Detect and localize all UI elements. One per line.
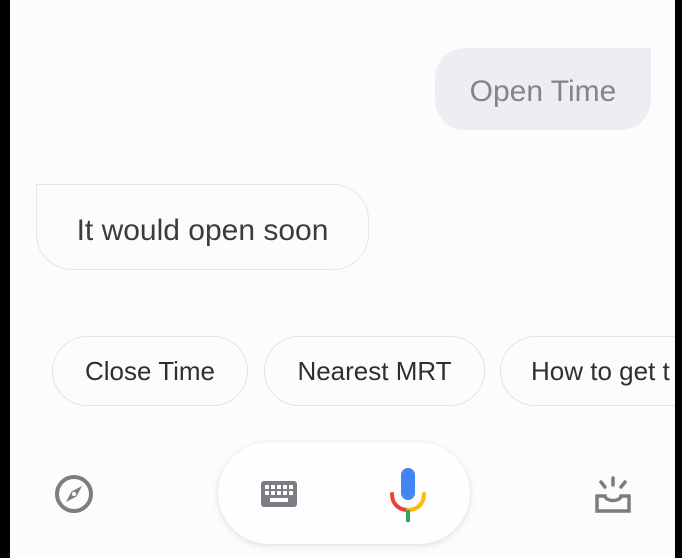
suggestion-chip-label: Close Time: [84, 355, 216, 386]
screen-edge: [675, 0, 682, 558]
assistant-message-bubble: It would open soon: [36, 184, 369, 270]
compass-icon[interactable]: [53, 473, 95, 515]
suggestion-chips: Close Time Nearest MRT How to get t: [10, 336, 675, 408]
keyboard-icon[interactable]: [260, 480, 298, 508]
microphone-icon[interactable]: [388, 466, 428, 524]
assistant-screen: Open Time It would open soon Close Time …: [10, 0, 675, 558]
suggestion-chip-nearest-mrt[interactable]: Nearest MRT: [264, 336, 485, 406]
assistant-message-text: It would open soon: [76, 214, 329, 247]
suggestion-chip-label: How to get t: [531, 355, 670, 386]
input-pill: [218, 442, 470, 544]
suggestion-chip-label: Nearest MRT: [297, 355, 452, 386]
inbox-sparkle-icon[interactable]: [594, 476, 632, 514]
suggestion-chip-how-to-get[interactable]: How to get t: [500, 336, 675, 406]
user-message-bubble: Open Time: [435, 48, 651, 130]
user-message-text: Open Time: [469, 75, 617, 108]
suggestion-chip-close-time[interactable]: Close Time: [52, 336, 248, 406]
bottom-bar: [10, 440, 675, 558]
